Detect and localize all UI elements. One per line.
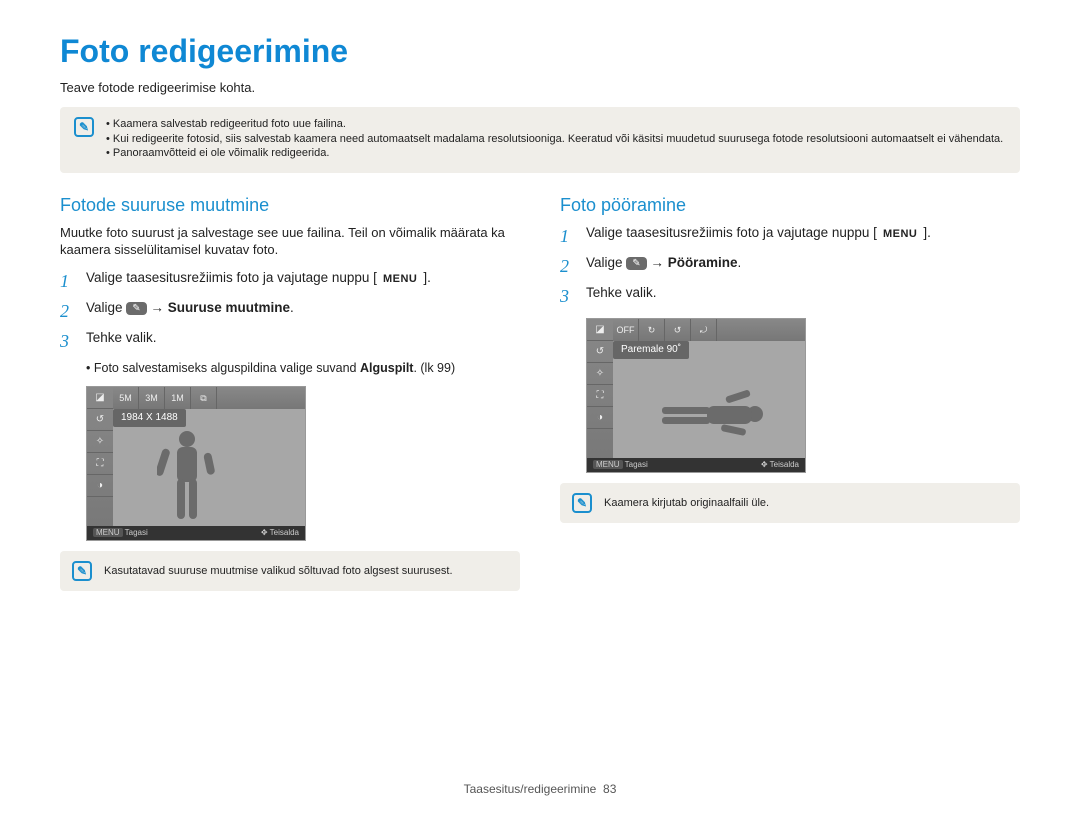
person-silhouette-lying [647,389,767,439]
resize-desc: Muutke foto suurust ja salvestage see uu… [60,224,520,259]
top-info-list: Kaamera salvestab redigeeritud foto uue … [106,117,1003,162]
sidebar-icon: ↺ [87,409,113,431]
rotate-label: Paremale 90˚ [613,341,689,359]
sidebar-icon: ◪ [87,387,113,409]
info-item: Kaamera salvestab redigeeritud foto uue … [106,117,1003,132]
topbar-icon: ⤾ [691,319,717,341]
step-number: 2 [60,299,76,323]
rotate-note: ✎ Kaamera kirjutab originaalfaili üle. [560,483,1020,523]
step-number: 2 [560,254,576,278]
resize-heading: Fotode suuruse muutmine [60,193,520,217]
step-text: Tehke valik. [86,329,157,347]
topbar-icon: ↻ [639,319,665,341]
sidebar-icon: ◑ [87,475,113,497]
info-item: Kui redigeerite fotosid, siis salvestab … [106,132,1003,147]
sidebar-icon: ✧ [87,431,113,453]
info-item: Panoraamvõtteid ei ole võimalik redigeer… [106,146,1003,161]
sidebar-icon: ◑ [587,407,613,429]
step-text: Valige taasesitusrežiimis foto ja vajuta… [86,269,431,287]
rotate-step-1: 1 Valige taasesitusrežiimis foto ja vaju… [560,224,1020,248]
step-text: Valige ✎ → Suuruse muutmine. [86,299,294,317]
rotate-step-3: 3 Tehke valik. [560,284,1020,308]
step-number: 3 [560,284,576,308]
menu-chip: MENU [93,528,123,537]
step-text: Tehke valik. [586,284,657,302]
step-number: 1 [60,269,76,293]
resize-sidebar: ◪ ↺ ✧ ⛶ ◑ [87,387,113,540]
menu-chip: MENU [593,460,623,469]
person-silhouette [157,427,217,527]
top-info-box: ✎ Kaamera salvestab redigeeritud foto uu… [60,107,1020,174]
topbar-icon: ↺ [665,319,691,341]
resize-step-1: 1 Valige taasesitusrežiimis foto ja vaju… [60,269,520,293]
topbar-icon: ⧉ [191,387,217,409]
resize-bullet: Foto salvestamiseks alguspildina valige … [86,360,520,377]
rotate-footbar: MENU Tagasi ✥ Teisalda [587,458,805,472]
menu-button[interactable]: MENU [877,227,923,242]
step-number: 1 [560,224,576,248]
edit-icon: ✎ [126,302,146,316]
page-footer: Taasesitus/redigeerimine 83 [0,781,1080,797]
resize-section: Fotode suuruse muutmine Muutke foto suur… [60,193,520,591]
pencil-icon: ✎ [74,117,94,137]
page-subtitle: Teave fotode redigeerimise kohta. [60,79,1020,97]
topbar-icon: OFF [613,319,639,341]
menu-button[interactable]: MENU [377,272,423,287]
resize-step-3: 3 Tehke valik. [60,329,520,353]
rotate-topbar: OFF ↻ ↺ ⤾ [613,319,805,341]
rotate-heading: Foto pööramine [560,193,1020,217]
page-title: Foto redigeerimine [60,30,1020,73]
rotate-screenshot: ◪ ↺ ✧ ⛶ ◑ OFF ↻ ↺ ⤾ Paremale 90˚ [586,318,806,473]
pencil-icon: ✎ [572,493,592,513]
resize-note: ✎ Kasutatavad suuruse muutmise valikud s… [60,551,520,591]
resize-size-label: 1984 X 1488 [113,409,186,427]
sidebar-icon: ◪ [587,319,613,341]
sidebar-icon: ✧ [587,363,613,385]
topbar-icon: 1M [165,387,191,409]
resize-screenshot: ◪ ↺ ✧ ⛶ ◑ 5M 3M 1M ⧉ 1984 X 1488 [86,386,306,541]
rotate-step-2: 2 Valige ✎ → Pööramine. [560,254,1020,278]
rotate-section: Foto pööramine 1 Valige taasesitusrežiim… [560,193,1020,591]
topbar-icon: 5M [113,387,139,409]
step-number: 3 [60,329,76,353]
topbar-icon: 3M [139,387,165,409]
step-text: Valige taasesitusrežiimis foto ja vajuta… [586,224,931,242]
resize-step-2: 2 Valige ✎ → Suuruse muutmine. [60,299,520,323]
sidebar-icon: ⛶ [587,385,613,407]
rotate-sidebar: ◪ ↺ ✧ ⛶ ◑ [587,319,613,472]
edit-icon: ✎ [626,257,646,271]
pencil-icon: ✎ [72,561,92,581]
sidebar-icon: ⛶ [87,453,113,475]
step-text: Valige ✎ → Pööramine. [586,254,741,272]
resize-topbar: 5M 3M 1M ⧉ [113,387,305,409]
sidebar-icon: ↺ [587,341,613,363]
resize-footbar: MENU Tagasi ✥ Teisalda [87,526,305,540]
